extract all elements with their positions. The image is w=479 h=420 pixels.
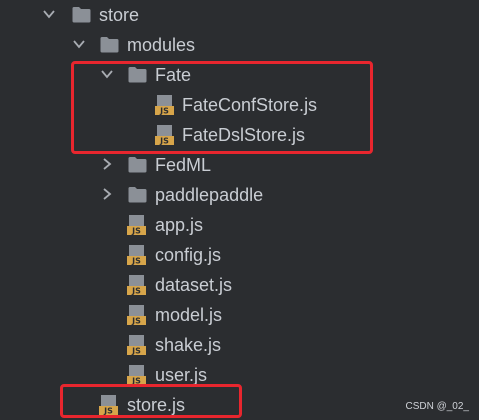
folder-icon bbox=[128, 156, 147, 173]
tree-item-label: FedML bbox=[155, 155, 212, 175]
tree-item-label: Fate bbox=[155, 65, 192, 85]
tree-item-shake-js[interactable]: shake.js bbox=[0, 330, 479, 360]
tree-item-model-js[interactable]: model.js bbox=[0, 300, 479, 330]
chevron-right-icon[interactable] bbox=[100, 187, 114, 201]
tree-item-fate-folder[interactable]: Fate bbox=[0, 60, 479, 90]
tree-item-store-folder[interactable]: store bbox=[0, 0, 479, 30]
tree-item-label: model.js bbox=[155, 305, 223, 325]
tree-item-label: store.js bbox=[127, 395, 186, 415]
folder-icon bbox=[72, 6, 91, 23]
js-file-icon bbox=[127, 245, 146, 265]
tree-item-label: FateConfStore.js bbox=[182, 95, 318, 115]
tree-item-label: paddlepaddle bbox=[155, 185, 264, 205]
tree-item-dataset-js[interactable]: dataset.js bbox=[0, 270, 479, 300]
tree-item-label: user.js bbox=[155, 365, 208, 385]
tree-item-label: store bbox=[99, 5, 140, 25]
tree-item-label: config.js bbox=[155, 245, 222, 265]
tree-item-label: FateDslStore.js bbox=[182, 125, 306, 145]
chevron-right-icon[interactable] bbox=[100, 157, 114, 171]
tree-item-fedml-folder[interactable]: FedML bbox=[0, 150, 479, 180]
tree-item-label: dataset.js bbox=[155, 275, 233, 295]
chevron-down-icon[interactable] bbox=[100, 67, 114, 81]
tree-item-fate-dsl-store[interactable]: FateDslStore.js bbox=[0, 120, 479, 150]
tree-item-label: shake.js bbox=[155, 335, 222, 355]
js-file-icon bbox=[99, 395, 118, 415]
watermark: CSDN @_02_ bbox=[405, 401, 469, 412]
js-file-icon bbox=[127, 335, 146, 355]
folder-icon bbox=[128, 186, 147, 203]
tree-item-label: modules bbox=[127, 35, 196, 55]
project-tree: store modules Fate FateConfStore.js Fate… bbox=[0, 0, 479, 420]
tree-item-app-js[interactable]: app.js bbox=[0, 210, 479, 240]
js-file-icon bbox=[127, 215, 146, 235]
js-file-icon bbox=[127, 305, 146, 325]
js-file-icon bbox=[155, 95, 174, 115]
tree-item-config-js[interactable]: config.js bbox=[0, 240, 479, 270]
chevron-down-icon[interactable] bbox=[42, 7, 56, 21]
js-file-icon bbox=[127, 275, 146, 295]
tree-item-fate-conf-store[interactable]: FateConfStore.js bbox=[0, 90, 479, 120]
js-file-icon bbox=[127, 365, 146, 385]
js-file-icon bbox=[155, 125, 174, 145]
tree-item-user-js[interactable]: user.js bbox=[0, 360, 479, 390]
tree-item-label: app.js bbox=[155, 215, 204, 235]
chevron-down-icon[interactable] bbox=[72, 37, 86, 51]
tree-item-modules-folder[interactable]: modules bbox=[0, 30, 479, 60]
tree-item-paddlepaddle-folder[interactable]: paddlepaddle bbox=[0, 180, 479, 210]
folder-icon bbox=[100, 36, 119, 53]
folder-icon bbox=[128, 66, 147, 83]
